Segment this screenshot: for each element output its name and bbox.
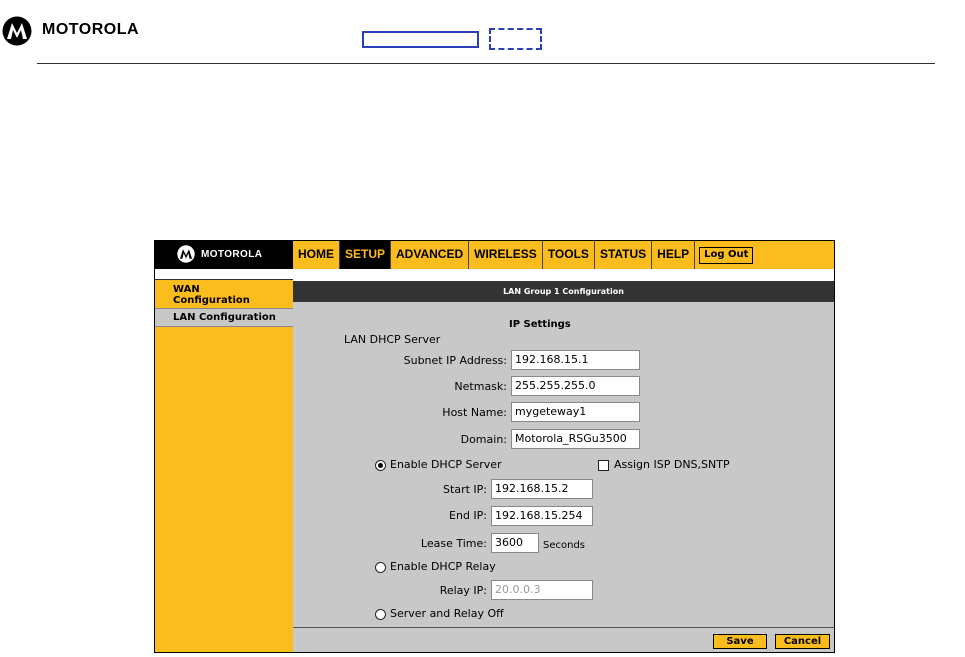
assign-isp-dns-checkbox[interactable] bbox=[598, 460, 609, 471]
end-ip-label: End IP: bbox=[449, 509, 487, 522]
nav-logo: MOTOROLA bbox=[155, 241, 293, 269]
netmask-input[interactable]: 255.255.255.0 bbox=[511, 376, 640, 396]
save-button[interactable]: Save bbox=[713, 634, 767, 649]
domain-label: Domain: bbox=[460, 433, 507, 446]
nav-tools[interactable]: TOOLS bbox=[543, 241, 595, 269]
nav-home[interactable]: HOME bbox=[293, 241, 340, 269]
doc-brand-wordmark: MOTOROLA bbox=[42, 21, 140, 38]
nav-setup[interactable]: SETUP bbox=[340, 241, 392, 269]
server-relay-off-radio[interactable] bbox=[375, 609, 386, 620]
enable-dhcp-server-label: Enable DHCP Server bbox=[390, 458, 502, 471]
domain-input[interactable]: Motorola_RSGu3500 bbox=[511, 429, 640, 449]
page-title: LAN Group 1 Configuration bbox=[293, 281, 834, 302]
sidebar-spacer bbox=[155, 269, 293, 279]
group-label-lan-dhcp-server: LAN DHCP Server bbox=[344, 333, 441, 346]
nav-status[interactable]: STATUS bbox=[595, 241, 653, 269]
sidebar-item-wan-configuration[interactable]: WAN Configuration bbox=[155, 284, 293, 306]
subnet-ip-label: Subnet IP Address: bbox=[403, 354, 507, 367]
enable-dhcp-relay-radio[interactable] bbox=[375, 562, 386, 573]
relay-ip-label: Relay IP: bbox=[439, 584, 487, 597]
lease-time-unit: Seconds bbox=[543, 540, 586, 551]
enable-dhcp-server-radio[interactable] bbox=[375, 460, 386, 471]
sidebar: WAN Configuration LAN Configuration bbox=[155, 279, 293, 652]
sidebar-item-label-line1: WAN bbox=[173, 284, 200, 295]
logout-button[interactable]: Log Out bbox=[699, 246, 754, 264]
router-ui-window: MOTOROLA HOME SETUP ADVANCED WIRELESS TO… bbox=[154, 240, 835, 653]
enable-dhcp-relay-label: Enable DHCP Relay bbox=[390, 560, 496, 573]
doc-header-divider bbox=[37, 63, 935, 64]
start-ip-label: Start IP: bbox=[443, 483, 487, 496]
server-relay-off-label: Server and Relay Off bbox=[390, 607, 504, 620]
form-footer: Save Cancel bbox=[293, 627, 834, 652]
doc-placeholder-box bbox=[362, 31, 479, 48]
motorola-batwing-icon bbox=[2, 16, 32, 46]
cancel-button[interactable]: Cancel bbox=[775, 634, 830, 649]
top-navigation: HOME SETUP ADVANCED WIRELESS TOOLS STATU… bbox=[293, 241, 834, 269]
nav-help[interactable]: HELP bbox=[652, 241, 696, 269]
doc-placeholder-dashed-box bbox=[489, 28, 542, 50]
motorola-logo-icon bbox=[177, 245, 195, 263]
relay-ip-input[interactable]: 20.0.0.3 bbox=[491, 580, 593, 600]
nav-wireless[interactable]: WIRELESS bbox=[469, 241, 543, 269]
sidebar-item-lan-configuration[interactable]: LAN Configuration bbox=[155, 308, 293, 327]
content-spacer bbox=[293, 269, 834, 281]
netmask-label: Netmask: bbox=[454, 380, 507, 393]
subnet-ip-input[interactable]: 192.168.15.1 bbox=[511, 350, 640, 370]
host-name-label: Host Name: bbox=[442, 406, 507, 419]
logout-wrap: Log Out bbox=[695, 241, 757, 269]
start-ip-input[interactable]: 192.168.15.2 bbox=[491, 479, 593, 499]
end-ip-input[interactable]: 192.168.15.254 bbox=[491, 506, 593, 526]
assign-isp-dns-label: Assign ISP DNS,SNTP bbox=[614, 458, 730, 471]
nav-brand-text: MOTOROLA bbox=[201, 249, 263, 260]
section-title-ip-settings: IP Settings bbox=[509, 319, 571, 330]
lease-time-label: Lease Time: bbox=[420, 537, 487, 550]
nav-advanced[interactable]: ADVANCED bbox=[391, 241, 470, 269]
host-name-input[interactable]: mygeteway1 bbox=[511, 402, 640, 422]
lease-time-input[interactable]: 3600 bbox=[491, 533, 539, 553]
sidebar-item-label-line2: Configuration bbox=[173, 295, 250, 306]
